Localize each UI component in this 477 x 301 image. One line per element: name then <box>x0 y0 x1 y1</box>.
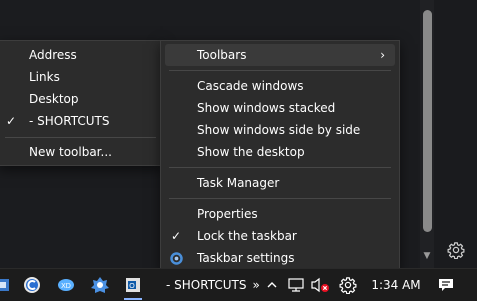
menu-separator <box>169 198 391 199</box>
menu-item-label: Lock the taskbar <box>197 229 297 243</box>
taskbar-app-button-active[interactable]: O <box>121 273 145 297</box>
chevron-right-icon: › <box>380 48 385 62</box>
gear-icon <box>447 242 465 259</box>
taskbar: XD O - SHORTCUTS » 1:34 AM <box>0 268 477 301</box>
submenu-item-label: Desktop <box>29 92 79 106</box>
menu-separator <box>5 137 156 138</box>
submenu-item-new-toolbar[interactable]: New toolbar... <box>0 141 162 163</box>
outlook-icon: O <box>126 278 140 292</box>
menu-item-toolbars[interactable]: Toolbars › <box>165 44 395 66</box>
web-app-icon: XD <box>58 279 74 291</box>
clock[interactable]: 1:34 AM <box>364 269 428 301</box>
toolbar-expand-icon[interactable]: » <box>252 278 259 292</box>
settings-button[interactable] <box>441 236 471 264</box>
settings-gear-icon <box>170 252 183 265</box>
gear-icon <box>339 277 357 294</box>
taskbar-context-menu: Toolbars › Cascade windows Show windows … <box>160 40 400 270</box>
taskbar-app-button[interactable]: XD <box>54 273 78 297</box>
tray-settings-button[interactable] <box>336 269 360 301</box>
checkmark-icon: ✓ <box>5 114 17 128</box>
network-button[interactable] <box>284 269 308 301</box>
show-hidden-icons-button[interactable] <box>262 269 282 301</box>
scrollbar-thumb[interactable] <box>423 10 432 232</box>
menu-item-label: Toolbars <box>197 48 247 62</box>
notification-icon <box>439 279 453 291</box>
menu-separator <box>169 70 391 71</box>
volume-button[interactable] <box>308 269 332 301</box>
ccleaner-icon <box>24 277 40 293</box>
taskbar-app-button[interactable] <box>0 273 14 297</box>
toolbar-label: - SHORTCUTS <box>166 278 247 292</box>
menu-item-stacked[interactable]: Show windows stacked <box>161 97 399 119</box>
submenu-item-shortcuts[interactable]: ✓ - SHORTCUTS <box>0 110 162 132</box>
network-icon <box>288 278 304 292</box>
submenu-item-label: Address <box>29 48 77 62</box>
menu-item-label: Taskbar settings <box>197 251 295 265</box>
menu-item-label: Properties <box>197 207 258 221</box>
scroll-down-arrow-icon[interactable]: ▼ <box>421 250 433 262</box>
taskbar-app-button[interactable] <box>88 273 112 297</box>
menu-item-cascade[interactable]: Cascade windows <box>161 75 399 97</box>
submenu-item-label: Links <box>29 70 60 84</box>
menu-separator <box>169 167 391 168</box>
menu-item-label: Show the desktop <box>197 145 305 159</box>
toolbars-submenu: Address Links Desktop ✓ - SHORTCUTS New … <box>0 40 163 166</box>
clock-time: 1:34 AM <box>371 278 421 292</box>
notifications-button[interactable] <box>432 269 460 301</box>
menu-item-label: Show windows side by side <box>197 123 361 137</box>
submenu-item-address[interactable]: Address <box>0 44 162 66</box>
submenu-item-desktop[interactable]: Desktop <box>0 88 162 110</box>
menu-item-side-by-side[interactable]: Show windows side by side <box>161 119 399 141</box>
checkmark-icon: ✓ <box>170 229 182 243</box>
menu-item-label: Task Manager <box>197 176 280 190</box>
volume-muted-icon <box>311 277 329 293</box>
submenu-item-label: - SHORTCUTS <box>29 114 110 128</box>
app-icon <box>0 279 9 291</box>
svg-text:O: O <box>129 283 135 290</box>
bug-tool-icon <box>91 277 109 293</box>
chevron-up-icon <box>267 282 277 288</box>
svg-text:XD: XD <box>61 283 71 290</box>
submenu-item-label: New toolbar... <box>29 145 112 159</box>
menu-item-lock-taskbar[interactable]: ✓ Lock the taskbar <box>161 225 399 247</box>
submenu-item-links[interactable]: Links <box>0 66 162 88</box>
menu-item-task-manager[interactable]: Task Manager <box>161 172 399 194</box>
menu-item-label: Show windows stacked <box>197 101 336 115</box>
menu-item-show-desktop[interactable]: Show the desktop <box>161 141 399 163</box>
menu-item-label: Cascade windows <box>197 79 304 93</box>
taskbar-app-button[interactable] <box>20 273 44 297</box>
menu-item-taskbar-settings[interactable]: Taskbar settings <box>161 247 399 269</box>
shortcuts-toolbar[interactable]: - SHORTCUTS » <box>160 269 260 301</box>
menu-item-properties[interactable]: Properties <box>161 203 399 225</box>
